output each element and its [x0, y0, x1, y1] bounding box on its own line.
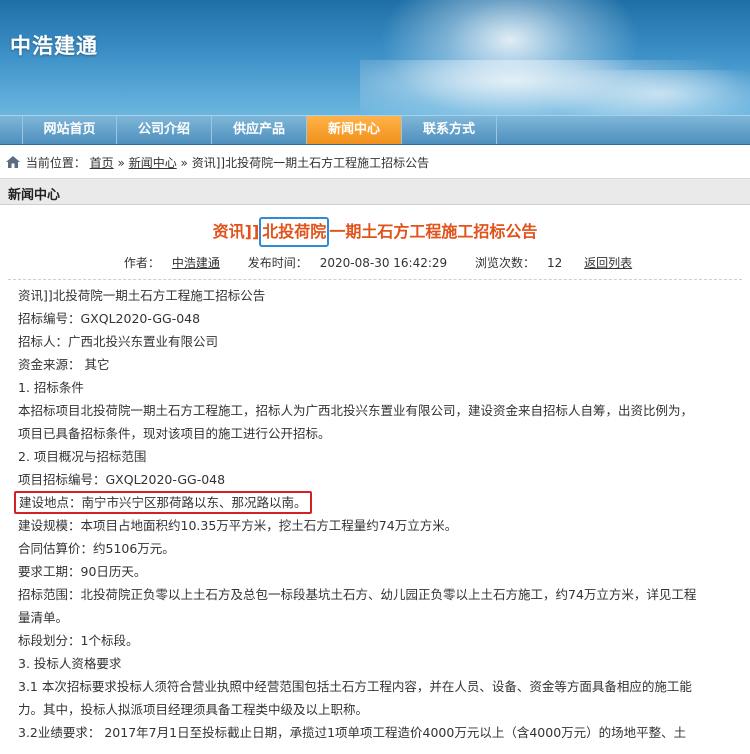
article-line: 要求工期：90日历天。	[18, 564, 147, 579]
highlighted-location: 建设地点：南宁市兴宁区那荷路以东、那况路以南。	[14, 491, 312, 514]
publish-time: 2020-08-30 16:42:29	[319, 256, 448, 270]
publish-time-field: 发布时间： 2020-08-30 16:42:29	[242, 256, 453, 270]
article-line: 资讯]]北投荷院一期土石方工程施工招标公告	[18, 288, 266, 303]
article-line: 项目已具备招标条件，现对该项目的施工进行公开招标。	[18, 426, 331, 441]
breadcrumb-prefix: 当前位置：	[25, 156, 86, 170]
nav-item-products[interactable]: 供应产品	[212, 116, 307, 144]
views-field: 浏览次数： 12	[469, 256, 568, 270]
views-count: 12	[547, 256, 563, 270]
nav-item-contact[interactable]: 联系方式	[402, 116, 497, 144]
article-line: 建设规模：本项目占地面积约10.35万平方米，挖土石方工程量约74万立方米。	[18, 518, 458, 533]
header-banner: 中浩建通	[0, 0, 750, 115]
article-line: 3.2业绩要求： 2017年7月1日至投标截止日期，承揽过1项单项工程造价400…	[18, 725, 687, 740]
site-logo[interactable]: 中浩建通	[10, 30, 98, 60]
breadcrumb-current: 资讯]]北投荷院一期土石方工程施工招标公告	[191, 156, 430, 170]
author-label: 作者：	[123, 256, 160, 270]
article-line: 力。其中，投标人拟派项目经理须具备工程类中级及以上职称。	[18, 702, 369, 717]
article-line: 项目招标编号：GXQL2020-GG-048	[18, 472, 226, 487]
nav-item-home[interactable]: 网站首页	[22, 116, 117, 144]
article-line: 1. 招标条件	[18, 380, 84, 395]
back-to-list-link[interactable]: 返回列表	[584, 256, 632, 270]
article-line: 2. 项目概况与招标范围	[18, 449, 147, 464]
breadcrumb-home-link[interactable]: 首页	[90, 156, 114, 170]
views-label: 浏览次数：	[475, 256, 536, 270]
article-title: 资讯]] 北投荷院 一期土石方工程施工招标公告	[0, 217, 750, 249]
article-line: 招标编号：GXQL2020-GG-048	[18, 311, 201, 326]
breadcrumb-separator: »	[180, 156, 188, 170]
article-meta: 作者： 中浩建通 发布时间： 2020-08-30 16:42:29 浏览次数： 12…	[0, 253, 750, 273]
breadcrumb-news-link[interactable]: 新闻中心	[129, 156, 177, 170]
article-line: 标段划分：1个标段。	[18, 633, 139, 648]
article-title-suffix: 一期土石方工程施工招标公告	[329, 222, 538, 241]
nav-item-news[interactable]: 新闻中心	[307, 116, 402, 144]
article-line: 合同估算价：约5106万元。	[18, 541, 175, 556]
main-nav: 网站首页 公司介绍 供应产品 新闻中心 联系方式	[0, 115, 750, 145]
article-line: 招标人：广西北投兴东置业有限公司	[18, 334, 219, 349]
article-line: 3. 投标人资格要求	[18, 656, 122, 671]
article-line: 本招标项目北投荷院一期土石方工程施工，招标人为广西北投兴东置业有限公司，建设资金…	[18, 403, 694, 418]
breadcrumb-separator: »	[117, 156, 125, 170]
author-link[interactable]: 中浩建通	[172, 256, 220, 270]
publish-time-label: 发布时间：	[247, 256, 308, 270]
banner-cloud	[540, 70, 750, 115]
section-title: 新闻中心	[0, 179, 750, 205]
article-line: 招标范围：北投荷院正负零以上土石方及总包一标段基坑土石方、幼儿园正负零以上土石方…	[18, 587, 697, 602]
author-field: 作者： 中浩建通	[118, 256, 226, 270]
home-icon	[6, 156, 20, 168]
article-line: 3.1 本次招标要求投标人须符合营业执照中经营范围包括土石方工程内容，并在人员、…	[18, 679, 692, 694]
article-title-prefix: 资讯]]	[212, 222, 260, 241]
article-line-location: 建设地点：南宁市兴宁区那荷路以东、那况路以南。	[14, 491, 738, 514]
article-line: 资金来源： 其它	[18, 357, 110, 372]
article-title-highlight: 北投荷院	[259, 217, 330, 247]
article-body: 资讯]]北投荷院一期土石方工程施工招标公告 招标编号：GXQL2020-GG-0…	[0, 280, 750, 744]
article-line: 量清单。	[18, 610, 69, 625]
nav-item-about[interactable]: 公司介绍	[117, 116, 212, 144]
breadcrumb: 当前位置： 首页 » 新闻中心 » 资讯]]北投荷院一期土石方工程施工招标公告	[0, 145, 750, 179]
